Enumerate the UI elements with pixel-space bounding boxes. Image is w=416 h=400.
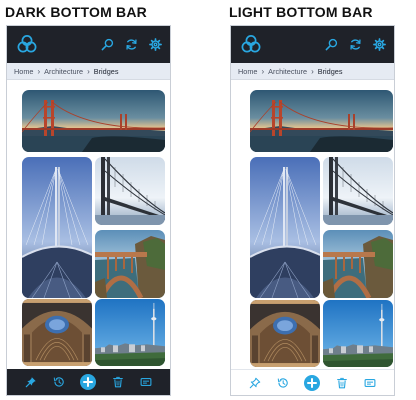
breadcrumb-architecture[interactable]: Architecture — [44, 67, 83, 76]
photo-city-tower[interactable] — [95, 299, 165, 366]
refresh-icon[interactable] — [349, 38, 362, 51]
plus-icon — [307, 378, 317, 388]
panel-title-light: LIGHT BOTTOM BAR — [229, 4, 373, 20]
top-app-bar — [7, 26, 170, 63]
settings-icon[interactable] — [373, 38, 386, 51]
pin-icon[interactable] — [25, 376, 37, 388]
search-icon[interactable] — [101, 38, 114, 51]
photo-cable-stayed-bridge[interactable] — [250, 157, 320, 298]
breadcrumb-current: Bridges — [317, 66, 343, 76]
trash-icon[interactable] — [336, 377, 348, 389]
chevron-right-icon: › — [87, 66, 90, 76]
breadcrumb-current: Bridges — [93, 66, 119, 76]
photo-arch-ceiling[interactable] — [22, 299, 92, 366]
breadcrumb: Home › Architecture › Bridges — [231, 63, 394, 80]
photo-cable-stayed-bridge[interactable] — [22, 157, 92, 298]
chevron-right-icon: › — [261, 66, 265, 76]
breadcrumb-architecture[interactable]: Architecture — [268, 67, 307, 76]
photo-golden-gate-bridge[interactable] — [22, 90, 165, 152]
photo-golden-gate-bridge[interactable] — [250, 90, 393, 152]
chevron-right-icon: › — [37, 66, 41, 76]
logo-icon[interactable] — [241, 34, 261, 54]
chevron-right-icon: › — [311, 66, 314, 76]
history-icon[interactable] — [277, 377, 289, 389]
card-icon[interactable] — [140, 376, 152, 388]
card-icon[interactable] — [364, 377, 376, 389]
photo-suspension-bridge[interactable] — [323, 157, 393, 225]
add-button[interactable] — [80, 374, 97, 390]
phone-frame-light: Home › Architecture › Bridges — [230, 25, 395, 396]
add-button[interactable] — [304, 374, 321, 391]
photo-arch-bridge[interactable] — [95, 230, 165, 298]
refresh-icon[interactable] — [125, 38, 138, 51]
plus-icon — [83, 377, 93, 387]
phone-frame-dark: Home › Architecture › Bridges — [6, 25, 171, 396]
history-icon[interactable] — [53, 376, 65, 388]
breadcrumb-home[interactable]: Home — [238, 67, 257, 76]
bottom-bar-light — [231, 369, 394, 395]
pin-icon[interactable] — [249, 377, 261, 389]
photo-city-tower[interactable] — [323, 300, 393, 367]
photo-arch-ceiling[interactable] — [250, 300, 320, 367]
top-app-bar — [231, 26, 394, 63]
photo-suspension-bridge[interactable] — [95, 157, 165, 225]
breadcrumb: Home › Architecture › Bridges — [7, 63, 170, 80]
search-icon[interactable] — [325, 38, 338, 51]
bottom-bar-dark — [7, 369, 170, 395]
trash-icon[interactable] — [112, 376, 124, 388]
panel-title-dark: DARK BOTTOM BAR — [5, 4, 147, 20]
settings-icon[interactable] — [149, 38, 162, 51]
breadcrumb-home[interactable]: Home — [14, 67, 33, 76]
photo-arch-bridge[interactable] — [323, 230, 393, 298]
logo-icon[interactable] — [17, 34, 37, 54]
